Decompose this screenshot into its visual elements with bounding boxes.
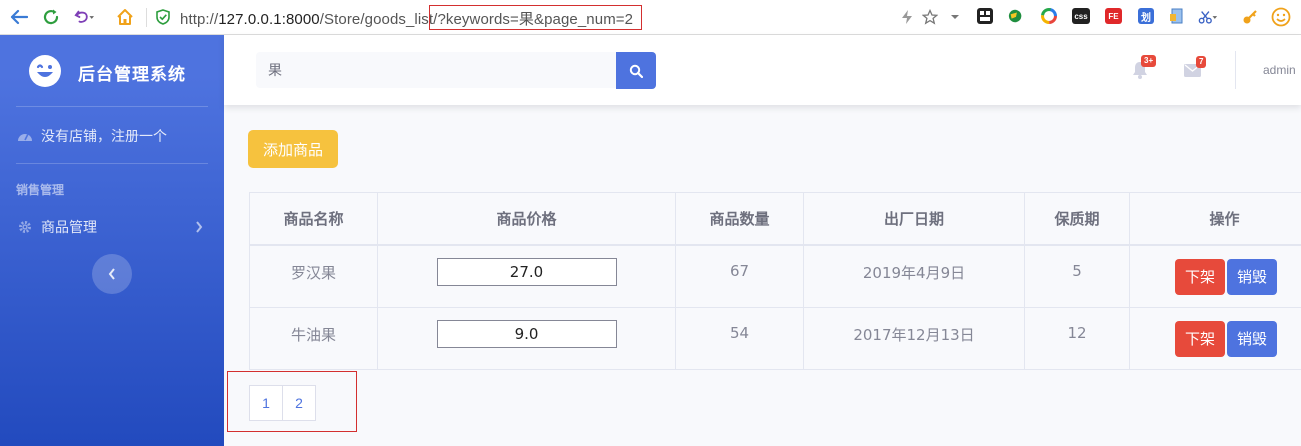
goods-table: 商品名称 商品价格 商品数量 出厂日期 保质期 操作 罗汉果 27.0 67 2… <box>249 192 1301 370</box>
table-row: 牛油果 9.0 54 2017年12月13日 12 下架 销毁 <box>249 306 1301 370</box>
sidebar-heading-sales: 销售管理 <box>16 183 65 197</box>
css-extension-icon[interactable]: css <box>1072 8 1090 24</box>
back-arrow-icon[interactable] <box>9 7 29 27</box>
chevron-down-icon[interactable] <box>945 7 965 27</box>
fe-extension-label: FE <box>1108 11 1119 21</box>
destroy-button[interactable]: 销毁 <box>1227 320 1278 357</box>
alerts-dropdown[interactable]: 3+ <box>1131 55 1157 79</box>
column-header-price: 商品价格 <box>377 192 676 246</box>
goods-price-cell: 9.0 <box>377 306 676 370</box>
url-prefix: http:// <box>180 11 219 28</box>
secure-shield-icon <box>153 7 173 27</box>
goods-shelf-life-cell: 12 <box>1024 306 1130 370</box>
goods-actions-cell: 下架 销毁 <box>1129 306 1301 370</box>
chevron-left-icon <box>108 268 115 280</box>
add-goods-button[interactable]: 添加商品 <box>248 130 338 168</box>
sidebar-toggle-button[interactable] <box>92 254 132 294</box>
take-down-button[interactable]: 下架 <box>1175 320 1226 357</box>
toolbar-divider <box>146 8 147 27</box>
goods-date-cell: 2017年12月13日 <box>803 306 1025 370</box>
translate-extension-icon[interactable]: 划 <box>1138 8 1154 24</box>
key-icon[interactable] <box>1240 7 1260 27</box>
column-header-date: 出厂日期 <box>803 192 1025 246</box>
brand-laugh-icon <box>29 55 61 87</box>
alerts-counter-badge: 3+ <box>1141 55 1157 67</box>
translate-extension-label: 划 <box>1141 12 1151 24</box>
brand-title: 后台管理系统 <box>78 65 186 84</box>
topbar-divider <box>1235 51 1236 89</box>
extension-grid-icon[interactable] <box>977 8 993 24</box>
goods-date-cell: 2019年4月9日 <box>803 244 1025 308</box>
home-icon[interactable] <box>115 7 135 27</box>
sidebar-brand[interactable]: 后台管理系统 <box>0 35 224 105</box>
sidebar-divider <box>16 163 208 164</box>
sidebar: 后台管理系统 没有店铺，注册一个 销售管理 商品管理 <box>0 35 224 446</box>
sidebar-item-shop[interactable]: 没有店铺，注册一个 <box>17 126 167 146</box>
chevron-right-icon <box>195 220 203 236</box>
table-header-row: 商品名称 商品价格 商品数量 出厂日期 保质期 操作 <box>249 192 1301 246</box>
goods-quantity-cell: 67 <box>675 244 804 308</box>
topbar: 果 3+ 7 admin <box>224 35 1301 105</box>
column-header-actions: 操作 <box>1129 192 1301 246</box>
search-icon <box>629 64 643 78</box>
price-input[interactable]: 27.0 <box>436 258 617 286</box>
sidebar-item-goods-label: 商品管理 <box>41 219 97 235</box>
url-host: 127.0.0.1:8000 <box>218 11 320 28</box>
url-path: /Store/goods_list <box>319 11 434 28</box>
url-query-annotation-box <box>429 5 642 30</box>
destroy-button[interactable]: 销毁 <box>1227 259 1278 295</box>
css-extension-label: css <box>1074 11 1088 21</box>
browser-toolbar: http://127.0.0.1:8000/Store/goods_list/?… <box>0 0 1301 35</box>
column-header-quantity: 商品数量 <box>675 192 804 246</box>
user-name[interactable]: admin <box>1263 63 1296 77</box>
column-header-shelf-life: 保质期 <box>1024 192 1130 246</box>
sidebar-item-goods[interactable]: 商品管理 <box>17 217 207 237</box>
tachometer-icon <box>17 128 33 144</box>
star-bookmark-icon[interactable] <box>920 7 940 27</box>
goods-shelf-life-cell: 5 <box>1024 244 1130 308</box>
price-input[interactable]: 9.0 <box>436 319 617 348</box>
lightning-icon[interactable] <box>897 7 917 27</box>
table-row: 罗汉果 27.0 67 2019年4月9日 5 下架 销毁 <box>249 244 1301 308</box>
search-input[interactable]: 果 <box>256 52 616 88</box>
column-header-name: 商品名称 <box>249 192 378 246</box>
gear-icon <box>17 219 33 235</box>
extension-globe-icon[interactable] <box>1008 8 1024 24</box>
sidebar-divider <box>16 106 208 107</box>
reload-icon[interactable] <box>41 7 61 27</box>
goods-price-cell: 27.0 <box>377 244 676 308</box>
undo-history-icon[interactable] <box>74 7 94 27</box>
scissors-icon[interactable] <box>1198 7 1218 27</box>
goods-name-cell: 牛油果 <box>249 306 378 370</box>
goods-name-cell: 罗汉果 <box>249 244 378 308</box>
take-down-button[interactable]: 下架 <box>1175 259 1226 295</box>
smiley-icon[interactable] <box>1271 7 1291 27</box>
pagination-annotation-box <box>227 371 357 432</box>
extension-color-ring-icon[interactable] <box>1041 8 1057 24</box>
goods-quantity-cell: 54 <box>675 306 804 370</box>
sidebar-item-shop-label: 没有店铺，注册一个 <box>41 128 167 144</box>
messages-dropdown[interactable]: 7 <box>1183 56 1207 79</box>
fe-extension-icon[interactable]: FE <box>1105 8 1122 24</box>
extension-page-icon[interactable] <box>1169 8 1185 24</box>
messages-counter-badge: 7 <box>1196 56 1207 68</box>
search-button[interactable] <box>616 52 656 89</box>
goods-actions-cell: 下架 销毁 <box>1129 244 1301 308</box>
